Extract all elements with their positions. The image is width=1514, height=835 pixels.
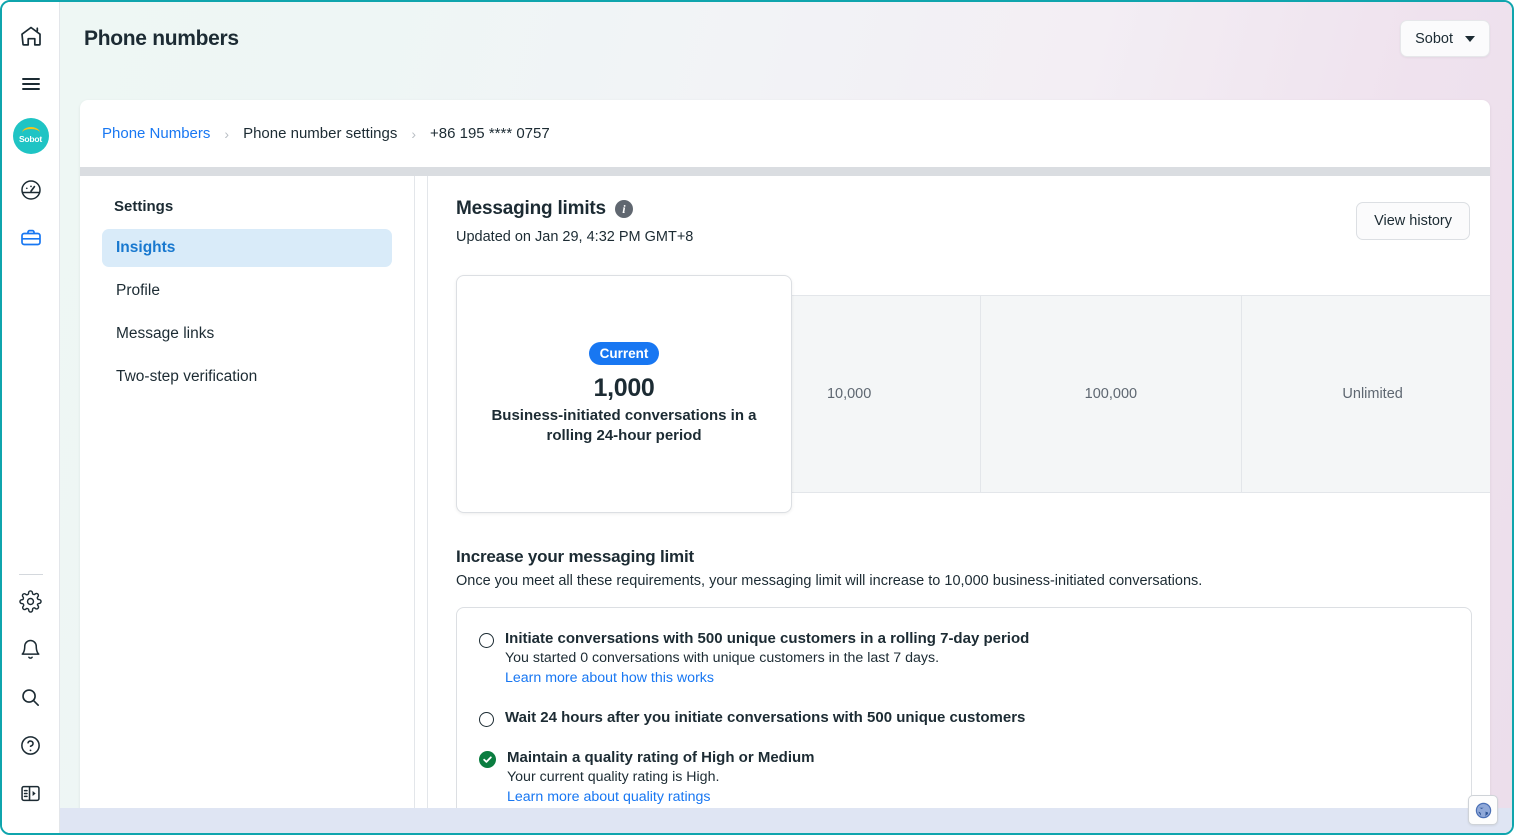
- requirement-row: Wait 24 hours after you initiate convers…: [479, 709, 1451, 727]
- breadcrumb-divider: [80, 167, 1490, 176]
- left-icon-rail: Sobot: [2, 2, 60, 833]
- info-icon[interactable]: i: [614, 200, 633, 218]
- requirement-row: Initiate conversations with 500 unique c…: [479, 630, 1451, 687]
- settings-sidebar: Settings Insights Profile Message links …: [80, 176, 415, 812]
- requirement-title: Initiate conversations with 500 unique c…: [505, 630, 1030, 647]
- sidebar-item-label: Insights: [116, 239, 176, 256]
- radio-unchecked-icon[interactable]: [479, 712, 494, 727]
- view-history-button[interactable]: View history: [1356, 202, 1470, 240]
- top-bar: Phone numbers Sobot: [60, 2, 1512, 75]
- bell-icon[interactable]: [11, 629, 51, 669]
- messaging-limits-updated: Updated on Jan 29, 4:32 PM GMT+8: [456, 229, 694, 245]
- current-tier-value: 1,000: [593, 373, 655, 402]
- breadcrumb: Phone Numbers › Phone number settings › …: [80, 100, 1490, 167]
- rail-bottom-group: [11, 564, 51, 833]
- menu-icon[interactable]: [11, 64, 51, 104]
- requirement-title: Wait 24 hours after you initiate convers…: [505, 709, 1026, 726]
- chevron-down-icon: [1465, 35, 1475, 42]
- increase-limit-title: Increase your messaging limit: [456, 547, 694, 566]
- requirements-card: Initiate conversations with 500 unique c…: [456, 607, 1472, 812]
- chevron-right-icon: ›: [411, 125, 417, 142]
- requirement-text: Initiate conversations with 500 unique c…: [505, 630, 1451, 687]
- body-split: Settings Insights Profile Message links …: [80, 176, 1490, 812]
- avatar-arc: [21, 127, 40, 133]
- home-icon[interactable]: [11, 16, 51, 56]
- tier-value: 10,000: [826, 386, 872, 402]
- search-icon[interactable]: [11, 677, 51, 717]
- tier-card-100000[interactable]: 100,000: [980, 295, 1243, 493]
- tier-value: Unlimited: [1342, 386, 1403, 402]
- page-title: Phone numbers: [84, 26, 239, 50]
- messaging-limits-title: Messaging limits: [456, 198, 606, 219]
- messaging-limits-header: Messaging limits i Updated on Jan 29, 4:…: [456, 198, 1472, 245]
- sidebar-item-label: Profile: [116, 282, 160, 299]
- avatar-label: Sobot: [18, 133, 43, 144]
- sidebar-item-message-links[interactable]: Message links: [102, 315, 392, 353]
- increase-limit-subtitle: Once you meet all these requirements, yo…: [456, 573, 1203, 589]
- content-pane: Messaging limits i Updated on Jan 29, 4:…: [428, 176, 1490, 812]
- radio-unchecked-icon[interactable]: [479, 633, 494, 648]
- panel-toggle-icon[interactable]: [11, 773, 51, 813]
- gear-icon[interactable]: [11, 581, 51, 621]
- sidebar-item-label: Message links: [116, 325, 215, 342]
- requirement-description: You started 0 conversations with unique …: [505, 650, 940, 666]
- chevron-right-icon: ›: [224, 125, 230, 142]
- briefcase-icon[interactable]: [11, 218, 51, 258]
- sidebar-item-two-step-verification[interactable]: Two-step verification: [102, 358, 392, 396]
- sidebar-item-insights[interactable]: Insights: [102, 229, 392, 267]
- account-switcher-label: Sobot: [1415, 30, 1453, 47]
- messaging-limits-header-text: Messaging limits i Updated on Jan 29, 4:…: [456, 198, 1356, 245]
- requirement-text: Maintain a quality rating of High or Med…: [507, 749, 1451, 806]
- requirement-link[interactable]: Learn more about how this works: [505, 670, 714, 686]
- requirement-description: Your current quality rating is High.: [507, 769, 720, 785]
- sidebar-item-profile[interactable]: Profile: [102, 272, 392, 310]
- app-window: Sobot Phone numbers Sobot Phone Numbers …: [0, 0, 1514, 835]
- tier-value: 100,000: [1084, 386, 1138, 402]
- breadcrumb-item-phone-number-settings[interactable]: Phone number settings: [243, 125, 397, 142]
- content-scrollbar[interactable]: [415, 176, 428, 812]
- requirement-text: Wait 24 hours after you initiate convers…: [505, 709, 1451, 727]
- requirement-title: Maintain a quality rating of High or Med…: [507, 749, 815, 766]
- messaging-limits-title-row: Messaging limits i: [456, 198, 1356, 220]
- dashboard-icon[interactable]: [11, 170, 51, 210]
- requirement-row: Maintain a quality rating of High or Med…: [479, 749, 1451, 806]
- breadcrumb-item-current-number: +86 195 **** 0757: [430, 125, 550, 142]
- breadcrumb-item-phone-numbers[interactable]: Phone Numbers: [102, 125, 210, 142]
- bottom-strip: [60, 808, 1512, 833]
- tier-card-unlimited[interactable]: Unlimited: [1242, 295, 1490, 493]
- current-tier-description: Business-initiated conversations in a ro…: [491, 406, 757, 444]
- main-card: Phone Numbers › Phone number settings › …: [80, 100, 1490, 812]
- avatar[interactable]: Sobot: [12, 118, 49, 154]
- help-icon[interactable]: [11, 725, 51, 765]
- tier-card-current: Current 1,000 Business-initiated convers…: [456, 275, 792, 513]
- status-badge: Current: [588, 341, 660, 365]
- account-switcher-button[interactable]: Sobot: [1400, 20, 1490, 57]
- check-circle-icon: [479, 751, 496, 768]
- sidebar-item-label: Two-step verification: [116, 368, 258, 385]
- rail-divider: [18, 574, 43, 575]
- requirement-link[interactable]: Learn more about quality ratings: [507, 789, 710, 805]
- messaging-tier-row: 10,000 100,000 Unlimited Current 1,000 B…: [456, 275, 1490, 513]
- globe-icon[interactable]: [1468, 795, 1498, 825]
- settings-heading: Settings: [114, 198, 174, 215]
